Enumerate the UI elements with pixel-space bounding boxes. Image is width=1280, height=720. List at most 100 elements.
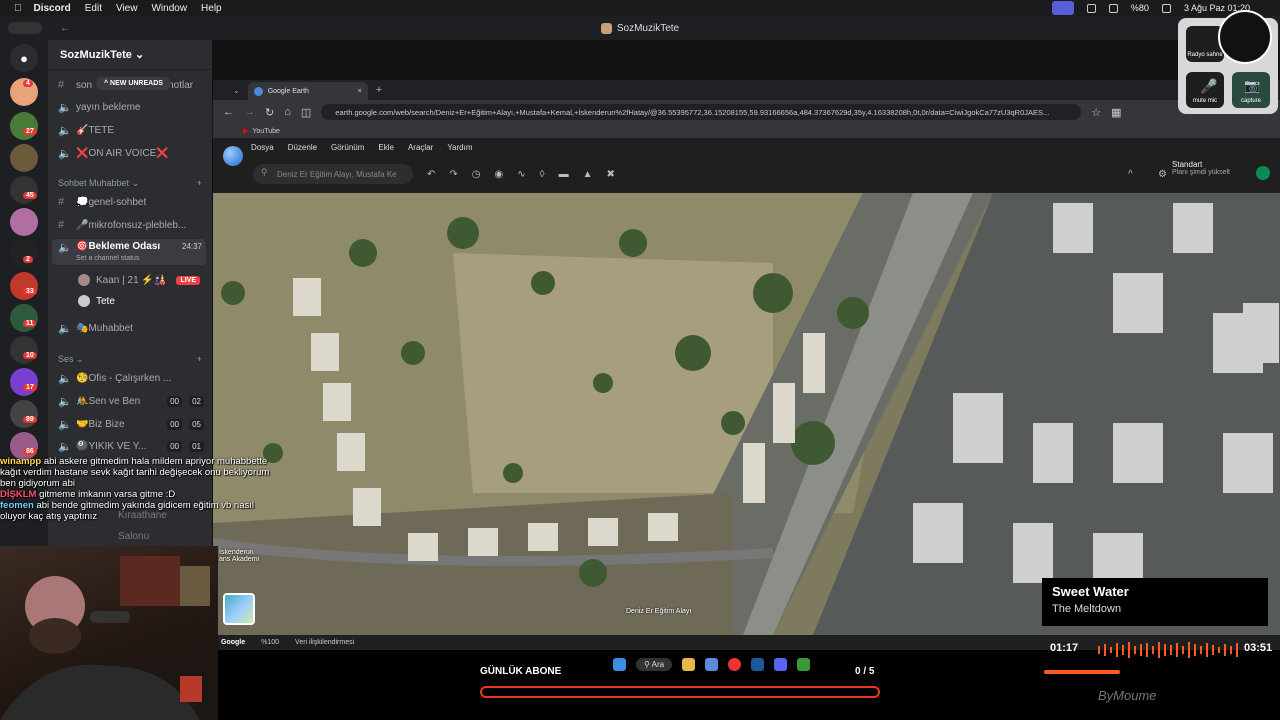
satellite-map[interactable]: İskenderun ans Akademi Deniz Er Eğitim A… bbox=[213, 193, 1280, 635]
menu-help[interactable]: Help bbox=[201, 3, 222, 14]
layer-thumbnail[interactable] bbox=[223, 593, 255, 625]
apple-icon[interactable]:  bbox=[14, 3, 22, 14]
voice-user[interactable]: Tete bbox=[78, 295, 206, 307]
menu-edit[interactable]: Edit bbox=[85, 3, 102, 14]
data-attribution-link[interactable]: Veri ilişkilendirmesi bbox=[295, 639, 354, 646]
menu-window[interactable]: Window bbox=[151, 3, 187, 14]
steam-icon[interactable] bbox=[751, 658, 765, 671]
new-tab-icon[interactable]: + bbox=[376, 84, 382, 96]
sidepanel-icon[interactable]: ◫ bbox=[301, 106, 311, 119]
guild-icon[interactable] bbox=[10, 240, 38, 268]
grid-icon[interactable] bbox=[1086, 3, 1096, 13]
channel-item[interactable]: # 💭genel-sohbet bbox=[58, 196, 208, 208]
photo-icon[interactable]: ▲ bbox=[583, 169, 593, 180]
discord-home-icon[interactable]: ● bbox=[10, 44, 38, 72]
plan-title: Standart bbox=[1172, 160, 1203, 169]
avatar bbox=[78, 274, 90, 286]
path-icon[interactable]: ∿ bbox=[517, 169, 525, 180]
map-label-place[interactable]: Deniz Er Eğitim Alayı bbox=[626, 608, 691, 615]
capture-button[interactable]: 📷 capture bbox=[1232, 72, 1270, 108]
channel-item[interactable]: 🔈 🎸TETE bbox=[58, 124, 208, 137]
back-arrow-icon[interactable]: ← bbox=[60, 23, 70, 34]
window-controls[interactable] bbox=[8, 22, 42, 34]
channel-label: 🧐Ofis - Çalışırken ... bbox=[76, 373, 172, 384]
forward-icon[interactable]: → bbox=[244, 106, 255, 118]
new-unreads-pill[interactable]: ^ NEW UNREADS bbox=[96, 77, 171, 90]
channel-status[interactable]: Set a channel status bbox=[76, 255, 139, 262]
category-sohbet[interactable]: Sohbet Muhabbet ⌄ + bbox=[58, 178, 208, 189]
song-progress-bar[interactable] bbox=[1044, 670, 1120, 674]
channel-item[interactable]: 🔈 🤼Sen ve Ben 00 02 bbox=[58, 395, 208, 408]
channel-item[interactable]: 🔈 yayın bekleme bbox=[58, 101, 208, 114]
channel-item[interactable]: 🔈 ❌ON AIR VOICE❌ bbox=[58, 147, 208, 160]
fullscreen-icon[interactable]: ✖ bbox=[607, 169, 615, 180]
channel-item[interactable]: 🔈 🧐Ofis - Çalışırken ... bbox=[58, 372, 208, 385]
menu-view[interactable]: View bbox=[116, 3, 138, 14]
add-channel-icon[interactable]: + bbox=[197, 354, 202, 364]
add-channel-icon[interactable]: + bbox=[197, 178, 202, 188]
xbox-icon[interactable] bbox=[797, 658, 811, 671]
guild-icon[interactable] bbox=[10, 272, 38, 300]
home-icon[interactable]: ⌂ bbox=[284, 106, 291, 118]
search-icon[interactable] bbox=[1161, 3, 1171, 13]
bookmark-youtube[interactable]: YouTube bbox=[252, 128, 280, 135]
guild-icon[interactable] bbox=[10, 144, 38, 172]
tab-google-earth[interactable]: Google Earth × bbox=[247, 82, 368, 100]
channel-item-active[interactable]: 🔈 🎯Bekleme Odası 24:37 Set a channel sta… bbox=[52, 239, 206, 265]
redo-icon[interactable]: ↷ bbox=[449, 169, 457, 180]
channel-item[interactable]: 🔈 🎱YIKIK VE Y... 00 01 bbox=[58, 440, 208, 453]
taskbar-search[interactable]: ⚲ Ara bbox=[636, 658, 673, 671]
chrome-icon[interactable] bbox=[728, 658, 742, 671]
reload-icon[interactable]: ↻ bbox=[265, 106, 274, 119]
account-avatar[interactable] bbox=[1256, 166, 1270, 180]
satellite-imagery[interactable] bbox=[213, 193, 1280, 635]
screen-share-icon[interactable] bbox=[1051, 1, 1074, 15]
user-name: Kaan | 21 ⚡🎎 bbox=[96, 274, 167, 286]
guild-icon[interactable] bbox=[10, 112, 38, 140]
menu-file[interactable]: Dosya bbox=[251, 143, 274, 152]
earth-logo-icon[interactable] bbox=[223, 146, 243, 166]
menu-tools[interactable]: Araçlar bbox=[408, 143, 433, 152]
collapse-icon[interactable]: ^ bbox=[1128, 169, 1133, 180]
voice-user[interactable]: Kaan | 21 ⚡🎎 LIVE bbox=[78, 274, 206, 286]
map-label[interactable]: İskenderun ans Akademi bbox=[219, 549, 259, 563]
settings-icon[interactable]: ⚙ bbox=[1158, 169, 1167, 180]
star-icon[interactable]: ☆ bbox=[1091, 106, 1101, 119]
back-icon[interactable]: ← bbox=[223, 106, 234, 118]
channel-label: ❌ON AIR VOICE❌ bbox=[76, 148, 169, 159]
placemark-icon[interactable]: ◉ bbox=[495, 169, 504, 180]
settings-icon[interactable] bbox=[705, 658, 719, 671]
guild-icon[interactable] bbox=[10, 304, 38, 332]
url-input[interactable]: earth.google.com/web/search/Deniz+Er+Eği… bbox=[321, 104, 1082, 120]
close-tab-icon[interactable]: × bbox=[358, 88, 362, 95]
guild-icon[interactable] bbox=[10, 400, 38, 428]
channel-item[interactable]: 🔈 🎭Muhabbet bbox=[58, 322, 208, 335]
file-explorer-icon[interactable] bbox=[682, 658, 696, 671]
guild-icon[interactable] bbox=[10, 208, 38, 236]
guild-icon[interactable] bbox=[10, 176, 38, 204]
menu-add[interactable]: Ekle bbox=[378, 143, 394, 152]
windows-start-icon[interactable] bbox=[613, 658, 626, 671]
tab-search-icon[interactable]: ⌄ bbox=[233, 86, 240, 95]
category-ses[interactable]: Ses ⌄ + bbox=[58, 354, 208, 365]
ruler-icon[interactable]: ▬ bbox=[559, 169, 569, 180]
menu-app-name[interactable]: Discord bbox=[34, 3, 71, 14]
tab-strip: ⌄ Google Earth × + bbox=[213, 80, 1280, 100]
history-icon[interactable]: ◷ bbox=[472, 169, 481, 180]
channel-item[interactable]: # 🎤mikrofonsuz-plebleb... bbox=[58, 219, 208, 231]
mute-mic-button[interactable]: 🎤 mute mic bbox=[1186, 72, 1224, 108]
guild-icon[interactable] bbox=[10, 336, 38, 364]
layers-icon[interactable]: ◊ bbox=[540, 169, 545, 180]
wifi-icon[interactable] bbox=[1108, 3, 1118, 13]
menu-edit[interactable]: Düzenle bbox=[288, 143, 317, 152]
extensions-icon[interactable]: ▦ bbox=[1111, 106, 1121, 119]
menu-help[interactable]: Yardım bbox=[447, 143, 472, 152]
channel-item[interactable]: 🔈 🤝Biz Bize 00 05 bbox=[58, 418, 208, 431]
server-header[interactable]: SozMuzikTete ⌄+ bbox=[48, 40, 212, 70]
plan-info[interactable]: Standart Planı şimdi yükselt bbox=[1172, 160, 1230, 176]
earth-search-input[interactable]: ⚲ Deniz Er Eğitim Alayı, Mustafa Ke bbox=[253, 164, 413, 184]
guild-icon[interactable] bbox=[10, 368, 38, 396]
undo-icon[interactable]: ↶ bbox=[427, 169, 435, 180]
menu-view[interactable]: Görünüm bbox=[331, 143, 364, 152]
discord-icon[interactable] bbox=[774, 658, 788, 671]
